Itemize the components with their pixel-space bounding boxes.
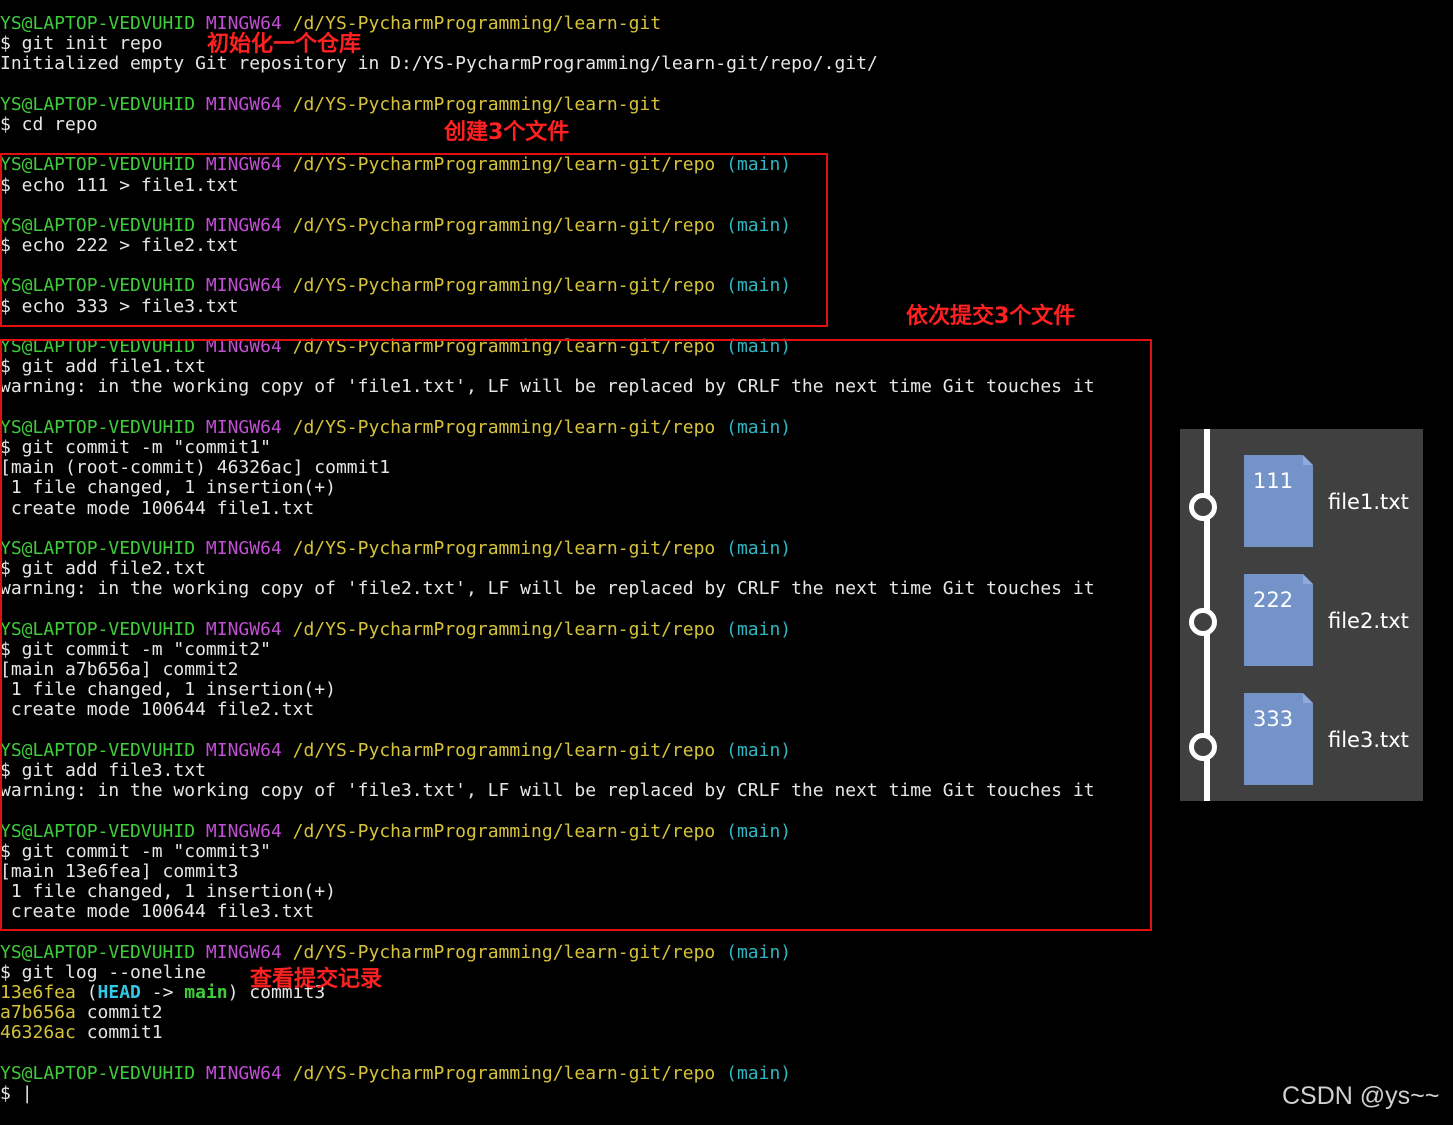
terminal-hash-text: 46326ac <box>0 1022 76 1044</box>
commit-node-1 <box>1189 493 1217 521</box>
file-icon-2: 222 <box>1244 574 1313 666</box>
terminal-sys-text: MINGW64 <box>205 93 282 115</box>
commit-node-3 <box>1189 733 1217 761</box>
terminal-mainref-text: main <box>184 982 228 1003</box>
file-icon-3: 333 <box>1244 693 1313 785</box>
annotation-init: 初始化一个仓库 <box>207 32 362 57</box>
terminal-path-text: /d/YS-PycharmProgramming/learn-git <box>292 93 662 115</box>
file-name-1: file1.txt <box>1328 490 1409 514</box>
terminal-text: $ git init repo <box>0 33 163 55</box>
highlight-create-box <box>0 153 828 327</box>
terminal-text: ( <box>75 982 98 1003</box>
terminal-sys-text: MINGW64 <box>205 13 282 34</box>
highlight-commit-box <box>0 339 1152 931</box>
terminal-text: $ <box>0 1082 22 1104</box>
terminal-text: $ git log --oneline <box>0 961 206 983</box>
terminal-text: $ cd repo <box>0 113 98 135</box>
file-name-2: file2.txt <box>1328 609 1409 633</box>
terminal-user-text: YS@LAPTOP-VEDVUHID <box>0 93 196 115</box>
terminal-path-text: /d/YS-PycharmProgramming/learn-git <box>292 13 662 34</box>
terminal-line: $ git log --oneline <box>0 961 1453 983</box>
terminal-line: 46326ac commit1 <box>0 1023 1453 1043</box>
terminal-text: commit2 <box>75 1002 163 1024</box>
terminal-line: $ cd repo <box>0 113 1453 135</box>
commit-node-2 <box>1189 608 1217 636</box>
annotation-commit: 依次提交3个文件 <box>906 304 1076 329</box>
file-content-3: 333 <box>1253 707 1294 731</box>
terminal-cursor-text: | <box>21 1082 33 1104</box>
terminal-text: Initialized empty Git repository in D:/Y… <box>0 53 878 75</box>
terminal-user-text: YS@LAPTOP-VEDVUHID <box>0 1062 196 1084</box>
terminal-user-text: YS@LAPTOP-VEDVUHID <box>0 13 196 34</box>
terminal-line: YS@LAPTOP-VEDVUHID MINGW64 /d/YS-Pycharm… <box>0 1062 1453 1084</box>
terminal-user-text: YS@LAPTOP-VEDVUHID <box>0 941 196 963</box>
terminal-sys-text: MINGW64 <box>205 1062 282 1084</box>
terminal-line: 13e6fea (HEAD -> main) commit3 <box>0 982 1453 1003</box>
terminal-hash-text: a7b656a <box>0 1002 76 1024</box>
csdn-watermark: CSDN @ys~~ <box>1282 1082 1440 1110</box>
terminal-text: commit1 <box>75 1022 163 1044</box>
terminal-path-text: /d/YS-PycharmProgramming/learn-git/repo <box>292 941 716 963</box>
terminal-head-text: HEAD <box>97 982 141 1003</box>
file-content-2: 222 <box>1253 588 1294 612</box>
terminal-line: a7b656a commit2 <box>0 1003 1453 1023</box>
file-icon-1: 111 <box>1244 455 1313 547</box>
file-content-1: 111 <box>1253 469 1294 493</box>
terminal-path-text: /d/YS-PycharmProgramming/learn-git/repo <box>292 1062 716 1084</box>
terminal-line: YS@LAPTOP-VEDVUHID MINGW64 /d/YS-Pycharm… <box>0 941 1453 963</box>
terminal-sys-text: MINGW64 <box>205 941 282 963</box>
annotation-create: 创建3个文件 <box>444 120 570 145</box>
terminal-arrow-text: -> <box>140 982 185 1003</box>
annotation-log: 查看提交记录 <box>250 967 383 992</box>
terminal-line: $ | <box>0 1082 1453 1104</box>
terminal-line: YS@LAPTOP-VEDVUHID MINGW64 /d/YS-Pycharm… <box>0 93 1453 115</box>
terminal-branch-text: (main) <box>726 1062 792 1084</box>
file-name-3: file3.txt <box>1328 728 1409 752</box>
terminal-hash-text: 13e6fea <box>0 982 76 1003</box>
commit-timeline-diagram: 111 file1.txt 222 file2.txt 333 file3.tx… <box>1180 429 1423 801</box>
terminal-branch-text: (main) <box>726 941 792 963</box>
